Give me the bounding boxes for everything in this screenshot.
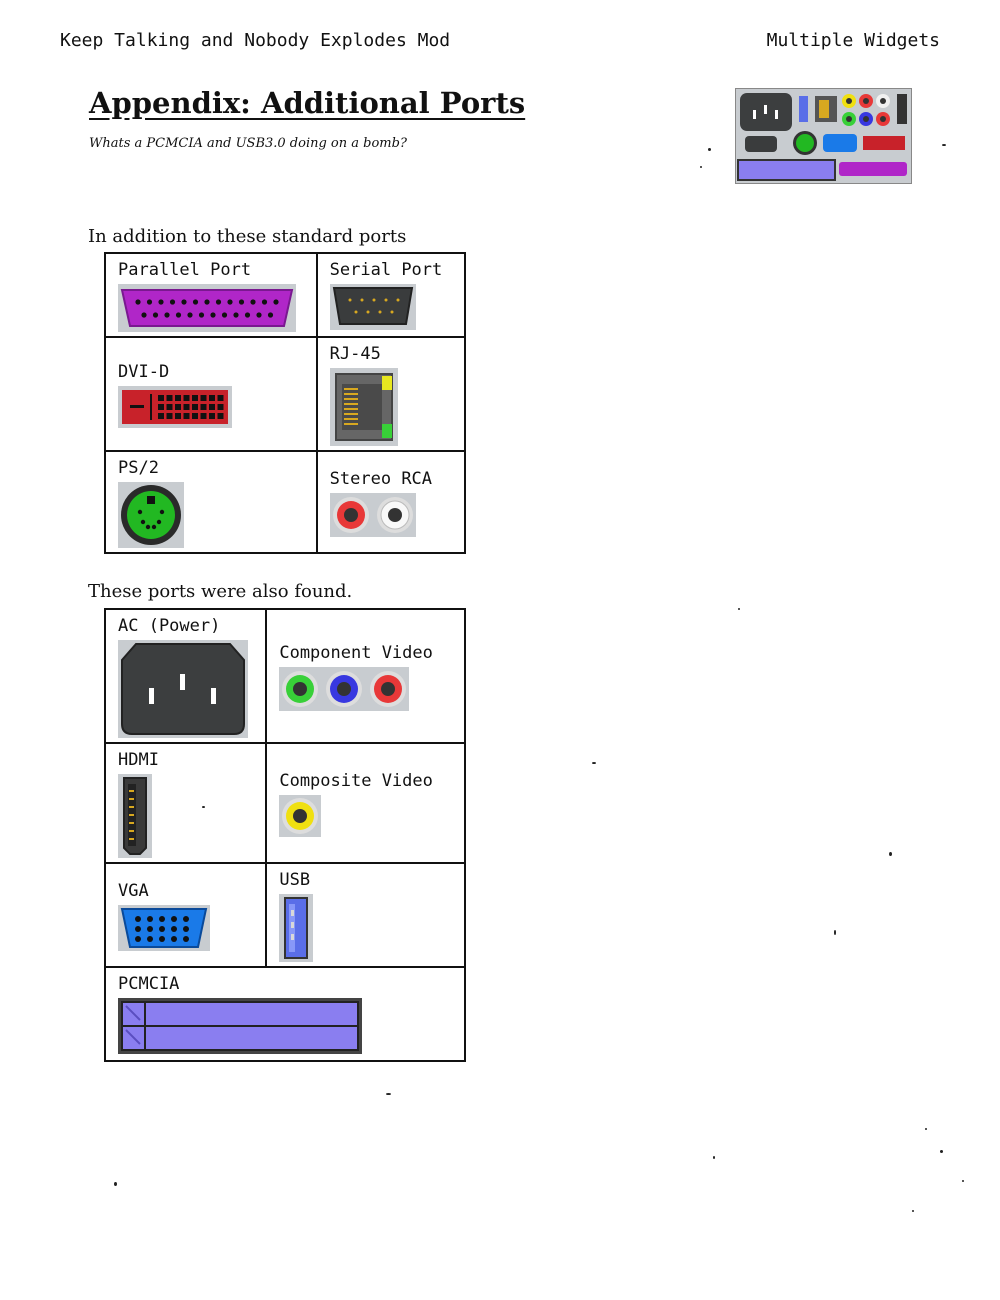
- pcmcia-port-icon: [118, 998, 362, 1054]
- port-cell-ps2: PS/2: [104, 450, 318, 554]
- extra-ports-intro: These ports were also found.: [88, 581, 353, 602]
- port-cell-composite-video: Composite Video: [265, 742, 466, 864]
- usb-port-icon: [279, 894, 314, 962]
- port-cell-ac-power: AC (Power): [103, 608, 268, 744]
- port-label: PS/2: [118, 458, 159, 478]
- parallel-port-icon: [118, 284, 296, 332]
- serial-port-icon: [329, 284, 416, 330]
- header-right: Multiple Widgets: [766, 30, 940, 51]
- port-panel-thumbnail-icon: [735, 88, 912, 184]
- port-label: Serial Port: [329, 260, 443, 280]
- rj45-port-icon: [329, 368, 398, 446]
- port-label: PCMCIA: [118, 974, 180, 994]
- port-label: HDMI: [118, 750, 159, 770]
- ps2-port-icon: [118, 482, 184, 548]
- port-cell-hdmi: HDMI: [103, 742, 268, 864]
- port-cell-parallel: Parallel Port: [104, 252, 318, 338]
- port-label: Stereo RCA: [329, 469, 433, 489]
- port-label: AC (Power): [118, 616, 221, 636]
- stereo-rca-port-icon: [329, 493, 416, 537]
- composite-video-port-icon: [279, 795, 322, 837]
- port-cell-serial: Serial Port: [315, 252, 467, 338]
- port-cell-stereo-rca: Stereo RCA: [315, 450, 467, 554]
- page-title: Appendix: Additional Ports: [89, 86, 526, 120]
- port-cell-rj45: RJ-45: [315, 336, 467, 452]
- port-cell-vga: VGA: [103, 862, 268, 968]
- header-left: Keep Talking and Nobody Explodes Mod: [60, 30, 451, 51]
- standard-ports-table: Parallel Port Serial Port DVI-D RJ-45 PS…: [104, 252, 467, 554]
- page-subtitle: Whats a PCMCIA and USB3.0 doing on a bom…: [89, 136, 407, 151]
- vga-port-icon: [118, 905, 210, 951]
- port-label: DVI-D: [118, 362, 170, 382]
- port-cell-pcmcia: PCMCIA: [104, 966, 466, 1062]
- port-cell-dvi: DVI-D: [104, 336, 318, 452]
- ac-power-port-icon: [118, 640, 248, 738]
- port-label: USB: [279, 870, 311, 890]
- port-cell-usb: USB: [265, 862, 466, 968]
- port-label: Parallel Port: [118, 260, 252, 280]
- standard-ports-intro: In addition to these standard ports: [88, 226, 407, 247]
- port-label: VGA: [118, 881, 149, 901]
- extra-ports-table: AC (Power) Component Video HDMI Composit…: [103, 608, 466, 1062]
- dvi-d-port-icon: [118, 386, 232, 428]
- hdmi-port-icon: [118, 774, 152, 858]
- port-label: Component Video: [279, 643, 433, 663]
- component-video-port-icon: [279, 667, 410, 711]
- port-label: Composite Video: [279, 771, 433, 791]
- port-cell-component-video: Component Video: [265, 608, 466, 744]
- port-label: RJ-45: [329, 344, 381, 364]
